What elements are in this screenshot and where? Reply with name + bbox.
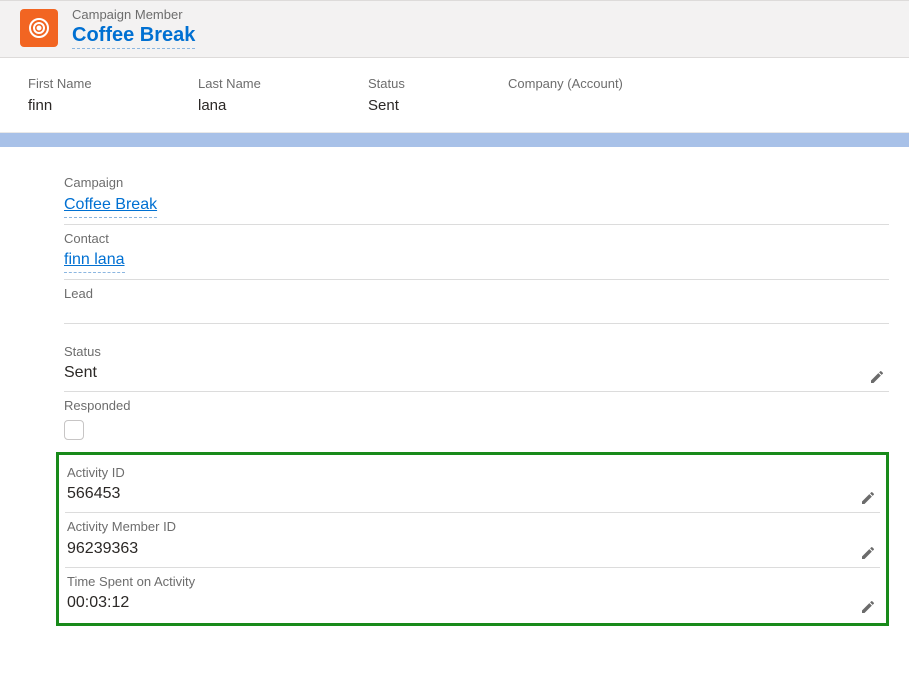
contact-label: Contact bbox=[64, 229, 889, 249]
time-spent-value: 00:03:12 bbox=[67, 591, 880, 615]
status-detail-value: Sent bbox=[64, 361, 889, 385]
status-value: Sent bbox=[368, 97, 508, 114]
activity-id-label: Activity ID bbox=[67, 463, 880, 483]
record-header: Campaign Member Coffee Break bbox=[0, 0, 909, 58]
status-label: Status bbox=[368, 76, 508, 91]
status-detail-label: Status bbox=[64, 342, 889, 362]
activity-id-field: Activity ID 566453 bbox=[65, 459, 880, 514]
responded-label: Responded bbox=[64, 396, 889, 416]
first-name-value: finn bbox=[28, 97, 198, 114]
status-field: Status Sent bbox=[64, 338, 889, 393]
separator-band bbox=[0, 133, 909, 147]
responded-field: Responded bbox=[64, 392, 889, 446]
contact-link[interactable]: finn lana bbox=[64, 248, 125, 273]
highlights-panel: First Name finn Last Name lana Status Se… bbox=[0, 58, 909, 133]
last-name-label: Last Name bbox=[198, 76, 368, 91]
campaign-member-icon bbox=[20, 9, 58, 47]
pencil-icon[interactable] bbox=[860, 490, 876, 506]
activity-member-id-value: 96239363 bbox=[67, 537, 880, 561]
lead-label: Lead bbox=[64, 284, 889, 304]
time-spent-field: Time Spent on Activity 00:03:12 bbox=[65, 568, 880, 622]
time-spent-label: Time Spent on Activity bbox=[67, 572, 880, 592]
pencil-icon[interactable] bbox=[869, 369, 885, 385]
first-name-label: First Name bbox=[28, 76, 198, 91]
detail-panel: Campaign Coffee Break Contact finn lana … bbox=[0, 147, 909, 446]
company-label: Company (Account) bbox=[508, 76, 708, 91]
pencil-icon[interactable] bbox=[860, 545, 876, 561]
pencil-icon[interactable] bbox=[860, 599, 876, 615]
contact-field: Contact finn lana bbox=[64, 225, 889, 281]
record-type-label: Campaign Member bbox=[72, 7, 195, 22]
activity-member-id-label: Activity Member ID bbox=[67, 517, 880, 537]
campaign-link[interactable]: Coffee Break bbox=[64, 193, 157, 218]
activity-member-id-field: Activity Member ID 96239363 bbox=[65, 513, 880, 568]
responded-checkbox[interactable] bbox=[64, 420, 84, 440]
campaign-field: Campaign Coffee Break bbox=[64, 169, 889, 225]
activity-id-value: 566453 bbox=[67, 482, 880, 506]
record-title-link[interactable]: Coffee Break bbox=[72, 22, 195, 49]
highlighted-fields-box: Activity ID 566453 Activity Member ID 96… bbox=[56, 452, 889, 627]
last-name-value: lana bbox=[198, 97, 368, 114]
lead-field: Lead bbox=[64, 280, 889, 310]
campaign-label: Campaign bbox=[64, 173, 889, 193]
